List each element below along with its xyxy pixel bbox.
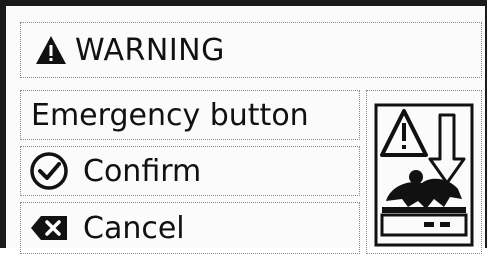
cancel-label: Cancel [83,210,185,246]
message-row: Emergency button [20,90,360,140]
warning-triangle-icon [36,36,66,64]
warning-header: WARNING [20,22,482,78]
page-title: WARNING [75,32,225,68]
message-text: Emergency button [31,97,309,133]
backspace-x-icon [31,216,67,240]
confirm-button[interactable]: Confirm [20,146,360,196]
confirm-label: Confirm [83,153,202,189]
emergency-stop-hazard-icon [374,103,474,247]
cancel-button[interactable]: Cancel [20,202,360,254]
illustration-panel [366,90,482,254]
warning-screen: WARNING Emergency button Confirm Cancel [0,0,487,254]
check-circle-icon [30,152,68,190]
